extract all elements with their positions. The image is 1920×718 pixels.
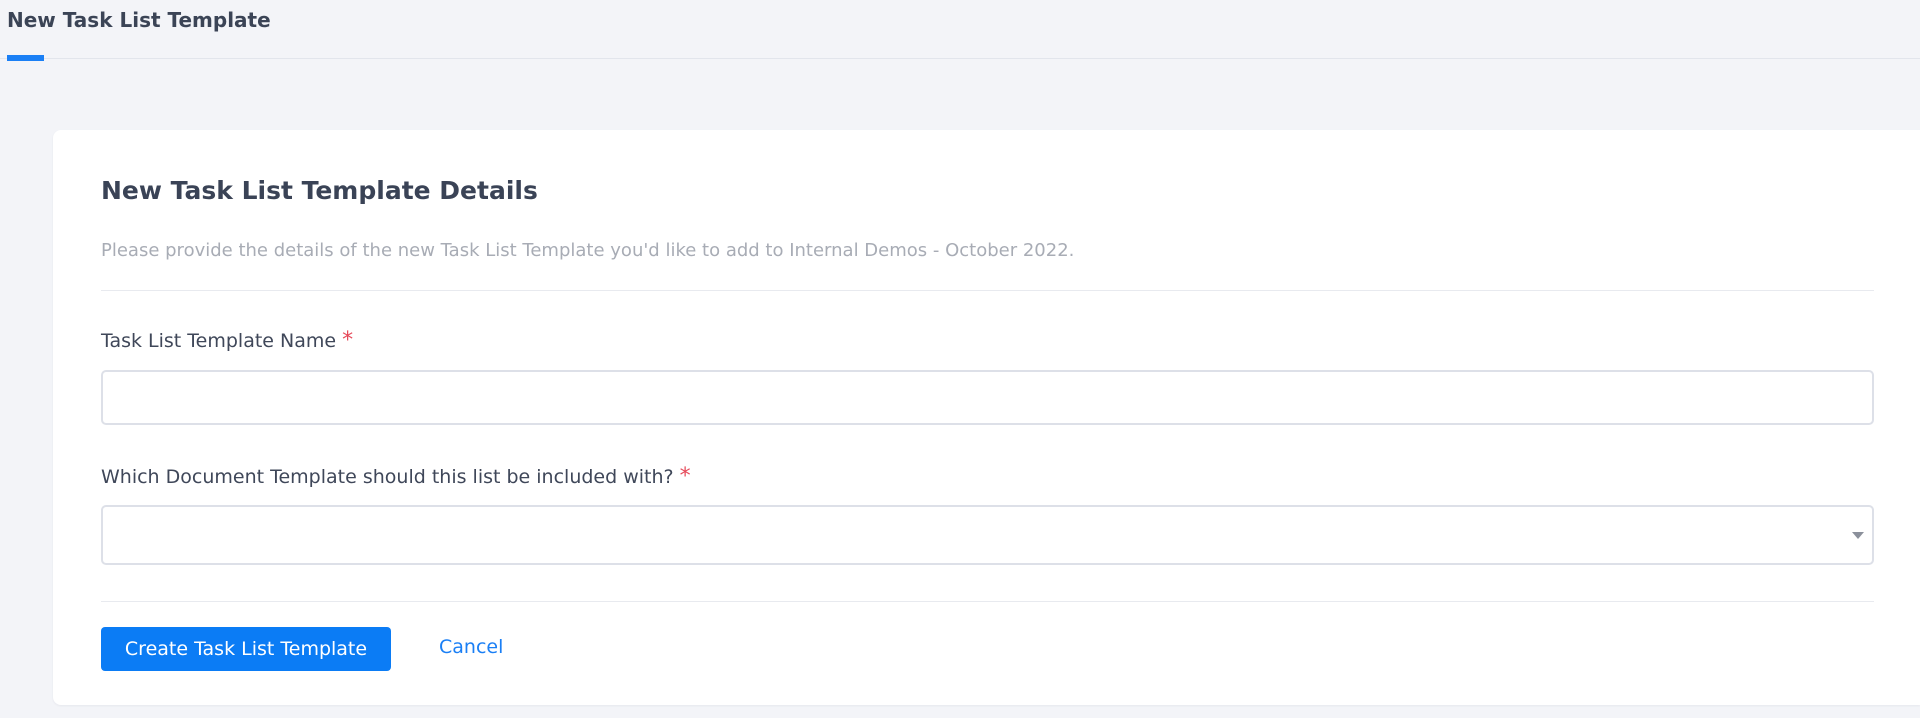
page-header: New Task List Template	[0, 0, 1920, 61]
document-template-label: Which Document Template should this list…	[101, 464, 691, 489]
template-name-label: Task List Template Name *	[101, 328, 353, 353]
cancel-link[interactable]: Cancel	[439, 636, 503, 658]
form-title: New Task List Template Details	[101, 176, 538, 205]
create-task-list-template-button[interactable]: Create Task List Template	[101, 627, 391, 671]
chevron-down-icon[interactable]	[1852, 532, 1864, 539]
template-name-input[interactable]	[101, 370, 1874, 425]
document-template-select[interactable]	[101, 505, 1874, 565]
active-tab-indicator	[7, 55, 44, 61]
tab-new-task-list-template[interactable]: New Task List Template	[7, 8, 271, 32]
form-subtitle: Please provide the details of the new Ta…	[101, 240, 1075, 261]
required-asterisk-icon: *	[342, 328, 354, 353]
required-asterisk-icon: *	[679, 464, 691, 489]
template-name-label-text: Task List Template Name	[101, 330, 337, 352]
document-template-label-text: Which Document Template should this list…	[101, 466, 674, 488]
form-card: New Task List Template Details Please pr…	[53, 130, 1920, 705]
form-divider-bottom	[101, 601, 1874, 602]
form-divider-top	[101, 290, 1874, 291]
